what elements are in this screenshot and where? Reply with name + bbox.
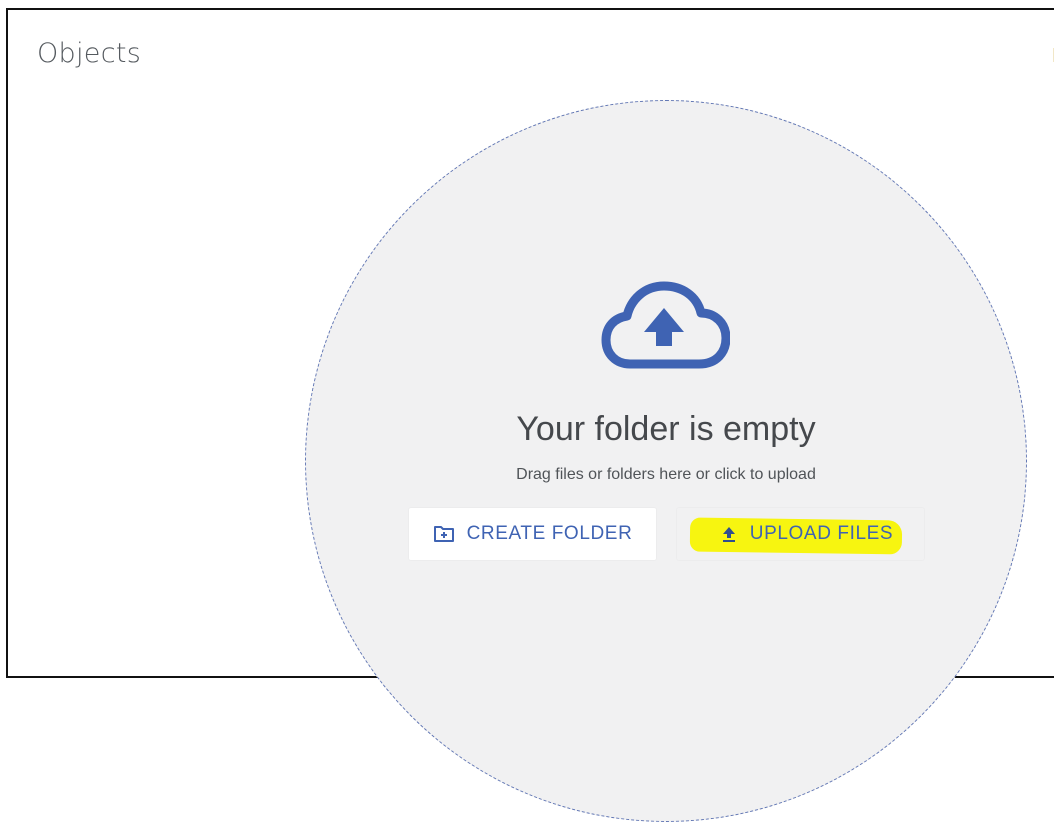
cloud-upload-icon [598, 280, 731, 372]
create-folder-button[interactable]: CREATE FOLDER [409, 508, 656, 560]
page-title: Objects [37, 38, 142, 69]
upload-drop-zone[interactable] [305, 100, 1027, 822]
upload-arrow-icon [720, 525, 738, 543]
empty-folder-heading: Your folder is empty [516, 410, 816, 448]
create-folder-label: CREATE FOLDER [466, 523, 633, 544]
folder-plus-icon [433, 525, 455, 543]
upload-files-label: UPLOAD FILES [749, 523, 894, 544]
upload-files-button[interactable]: UPLOAD FILES [677, 508, 924, 560]
upload-helper-text: Drag files or folders here or click to u… [516, 466, 816, 483]
